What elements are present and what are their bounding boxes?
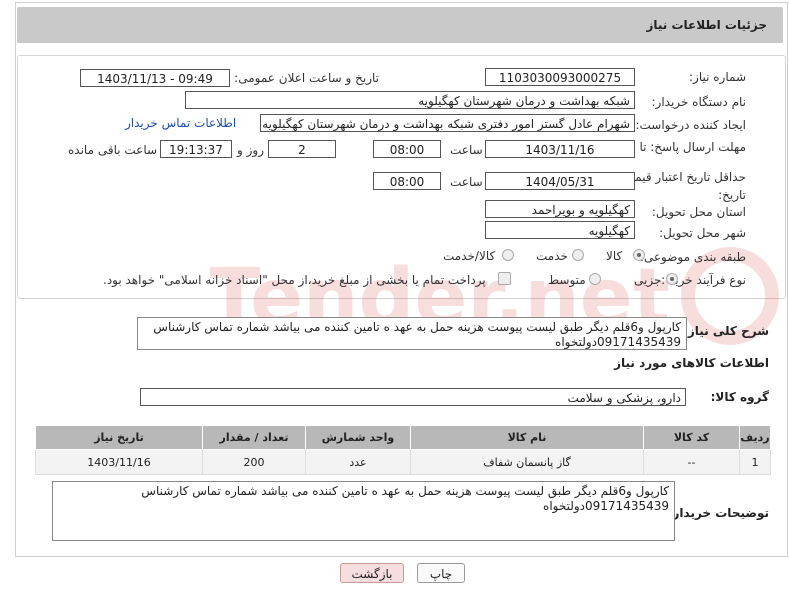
buyer-notes-label: توضیحات خریدار: <box>667 506 769 520</box>
validity-date-field: 1404/05/31 <box>485 172 635 190</box>
province-field: کهگیلویه و بویراحمد <box>485 200 635 218</box>
buyer-notes-textarea[interactable]: کارپول و6قلم دیگر طبق لیست پیوست هزینه ح… <box>52 481 675 541</box>
category-label: طبقه بندی موضوعی: <box>639 250 746 264</box>
buyer-label: نام دستگاه خریدار: <box>651 95 747 109</box>
back-button[interactable]: بازگشت <box>340 563 404 583</box>
buyer-contact-link[interactable]: اطلاعات تماس خریدار <box>125 116 236 130</box>
deadline-date-field: 1403/11/16 <box>485 140 635 158</box>
goods-table: ردیف کد کالا نام کالا واحد شمارش تعداد /… <box>35 425 771 475</box>
title-bar: جزئیات اطلاعات نیاز <box>17 7 783 43</box>
category-radio-both[interactable] <box>502 249 514 261</box>
process-radio-minor[interactable] <box>666 273 678 285</box>
creator-field: شهرام عادل گستر امور دفتری شبکه بهداشت و… <box>260 114 635 132</box>
goods-group-label: گروه کالا: <box>710 390 769 404</box>
category-radio-service[interactable] <box>572 249 584 261</box>
city-label: شهر محل تحویل: <box>659 226 746 240</box>
print-button[interactable]: چاپ <box>417 563 465 583</box>
cell-date: 1403/11/16 <box>35 449 203 475</box>
page-title: جزئیات اطلاعات نیاز <box>646 18 767 32</box>
validity-time-field: 08:00 <box>373 172 441 190</box>
cell-qty: 200 <box>202 449 306 475</box>
process-option-minor: جزیی <box>634 273 662 287</box>
process-option-medium: متوسط <box>548 273 586 287</box>
goods-info-title: اطلاعات کالاهای مورد نیاز <box>614 356 769 370</box>
announce-label: تاریخ و ساعت اعلان عمومی: <box>234 71 379 85</box>
remaining-time-field: 19:13:37 <box>160 140 232 158</box>
treasury-note: پرداخت تمام یا بخشی از مبلغ خرید،از محل … <box>103 273 486 287</box>
need-number-field: 1103030093000275 <box>485 68 635 86</box>
buyer-field: شبکه بهداشت و درمان شهرستان کهگیلویه <box>185 91 635 109</box>
category-radio-goods[interactable] <box>633 249 645 261</box>
need-number-label: شماره نیاز: <box>689 70 746 84</box>
category-option-goods: کالا <box>606 249 623 263</box>
remaining-label: ساعت باقی مانده <box>68 143 158 157</box>
province-label: استان محل تحویل: <box>651 205 746 219</box>
cell-name: گاز پانسمان شفاف <box>410 449 644 475</box>
announce-field: 1403/11/13 - 09:49 <box>80 69 230 87</box>
cell-row-num: 1 <box>739 449 771 475</box>
category-option-both: کالا/خدمت <box>443 249 496 263</box>
col-header-row-num: ردیف <box>739 425 771 450</box>
category-option-service: خدمت <box>536 249 568 263</box>
col-header-qty: تعداد / مقدار <box>202 425 306 450</box>
summary-textarea[interactable]: کارپول و6قلم دیگر طبق لیست پیوست هزینه ح… <box>137 317 687 350</box>
col-header-name: نام کالا <box>410 425 644 450</box>
col-header-code: کد کالا <box>643 425 740 450</box>
validity-time-label: ساعت <box>450 175 483 189</box>
process-radio-medium[interactable] <box>589 273 601 285</box>
col-header-unit: واحد شمارش <box>305 425 411 450</box>
cell-code: -- <box>643 449 740 475</box>
table-header-row: ردیف کد کالا نام کالا واحد شمارش تعداد /… <box>35 425 771 450</box>
days-field: 2 <box>268 140 336 158</box>
cell-unit: عدد <box>305 449 411 475</box>
city-field: کهگیلویه <box>485 221 635 239</box>
summary-label: شرح کلی نیاز: <box>683 324 769 338</box>
col-header-date: تاریخ نیاز <box>35 425 203 450</box>
treasury-checkbox[interactable] <box>498 272 511 285</box>
deadline-time-label: ساعت <box>450 143 483 157</box>
goods-group-field: دارو، پزشکی و سلامت <box>140 388 686 406</box>
creator-label: ایجاد کننده درخواست: <box>635 118 746 132</box>
days-label: روز و <box>237 143 264 157</box>
deadline-time-field: 08:00 <box>373 140 441 158</box>
table-row[interactable]: 1 -- گاز پانسمان شفاف عدد 200 1403/11/16 <box>35 449 771 475</box>
